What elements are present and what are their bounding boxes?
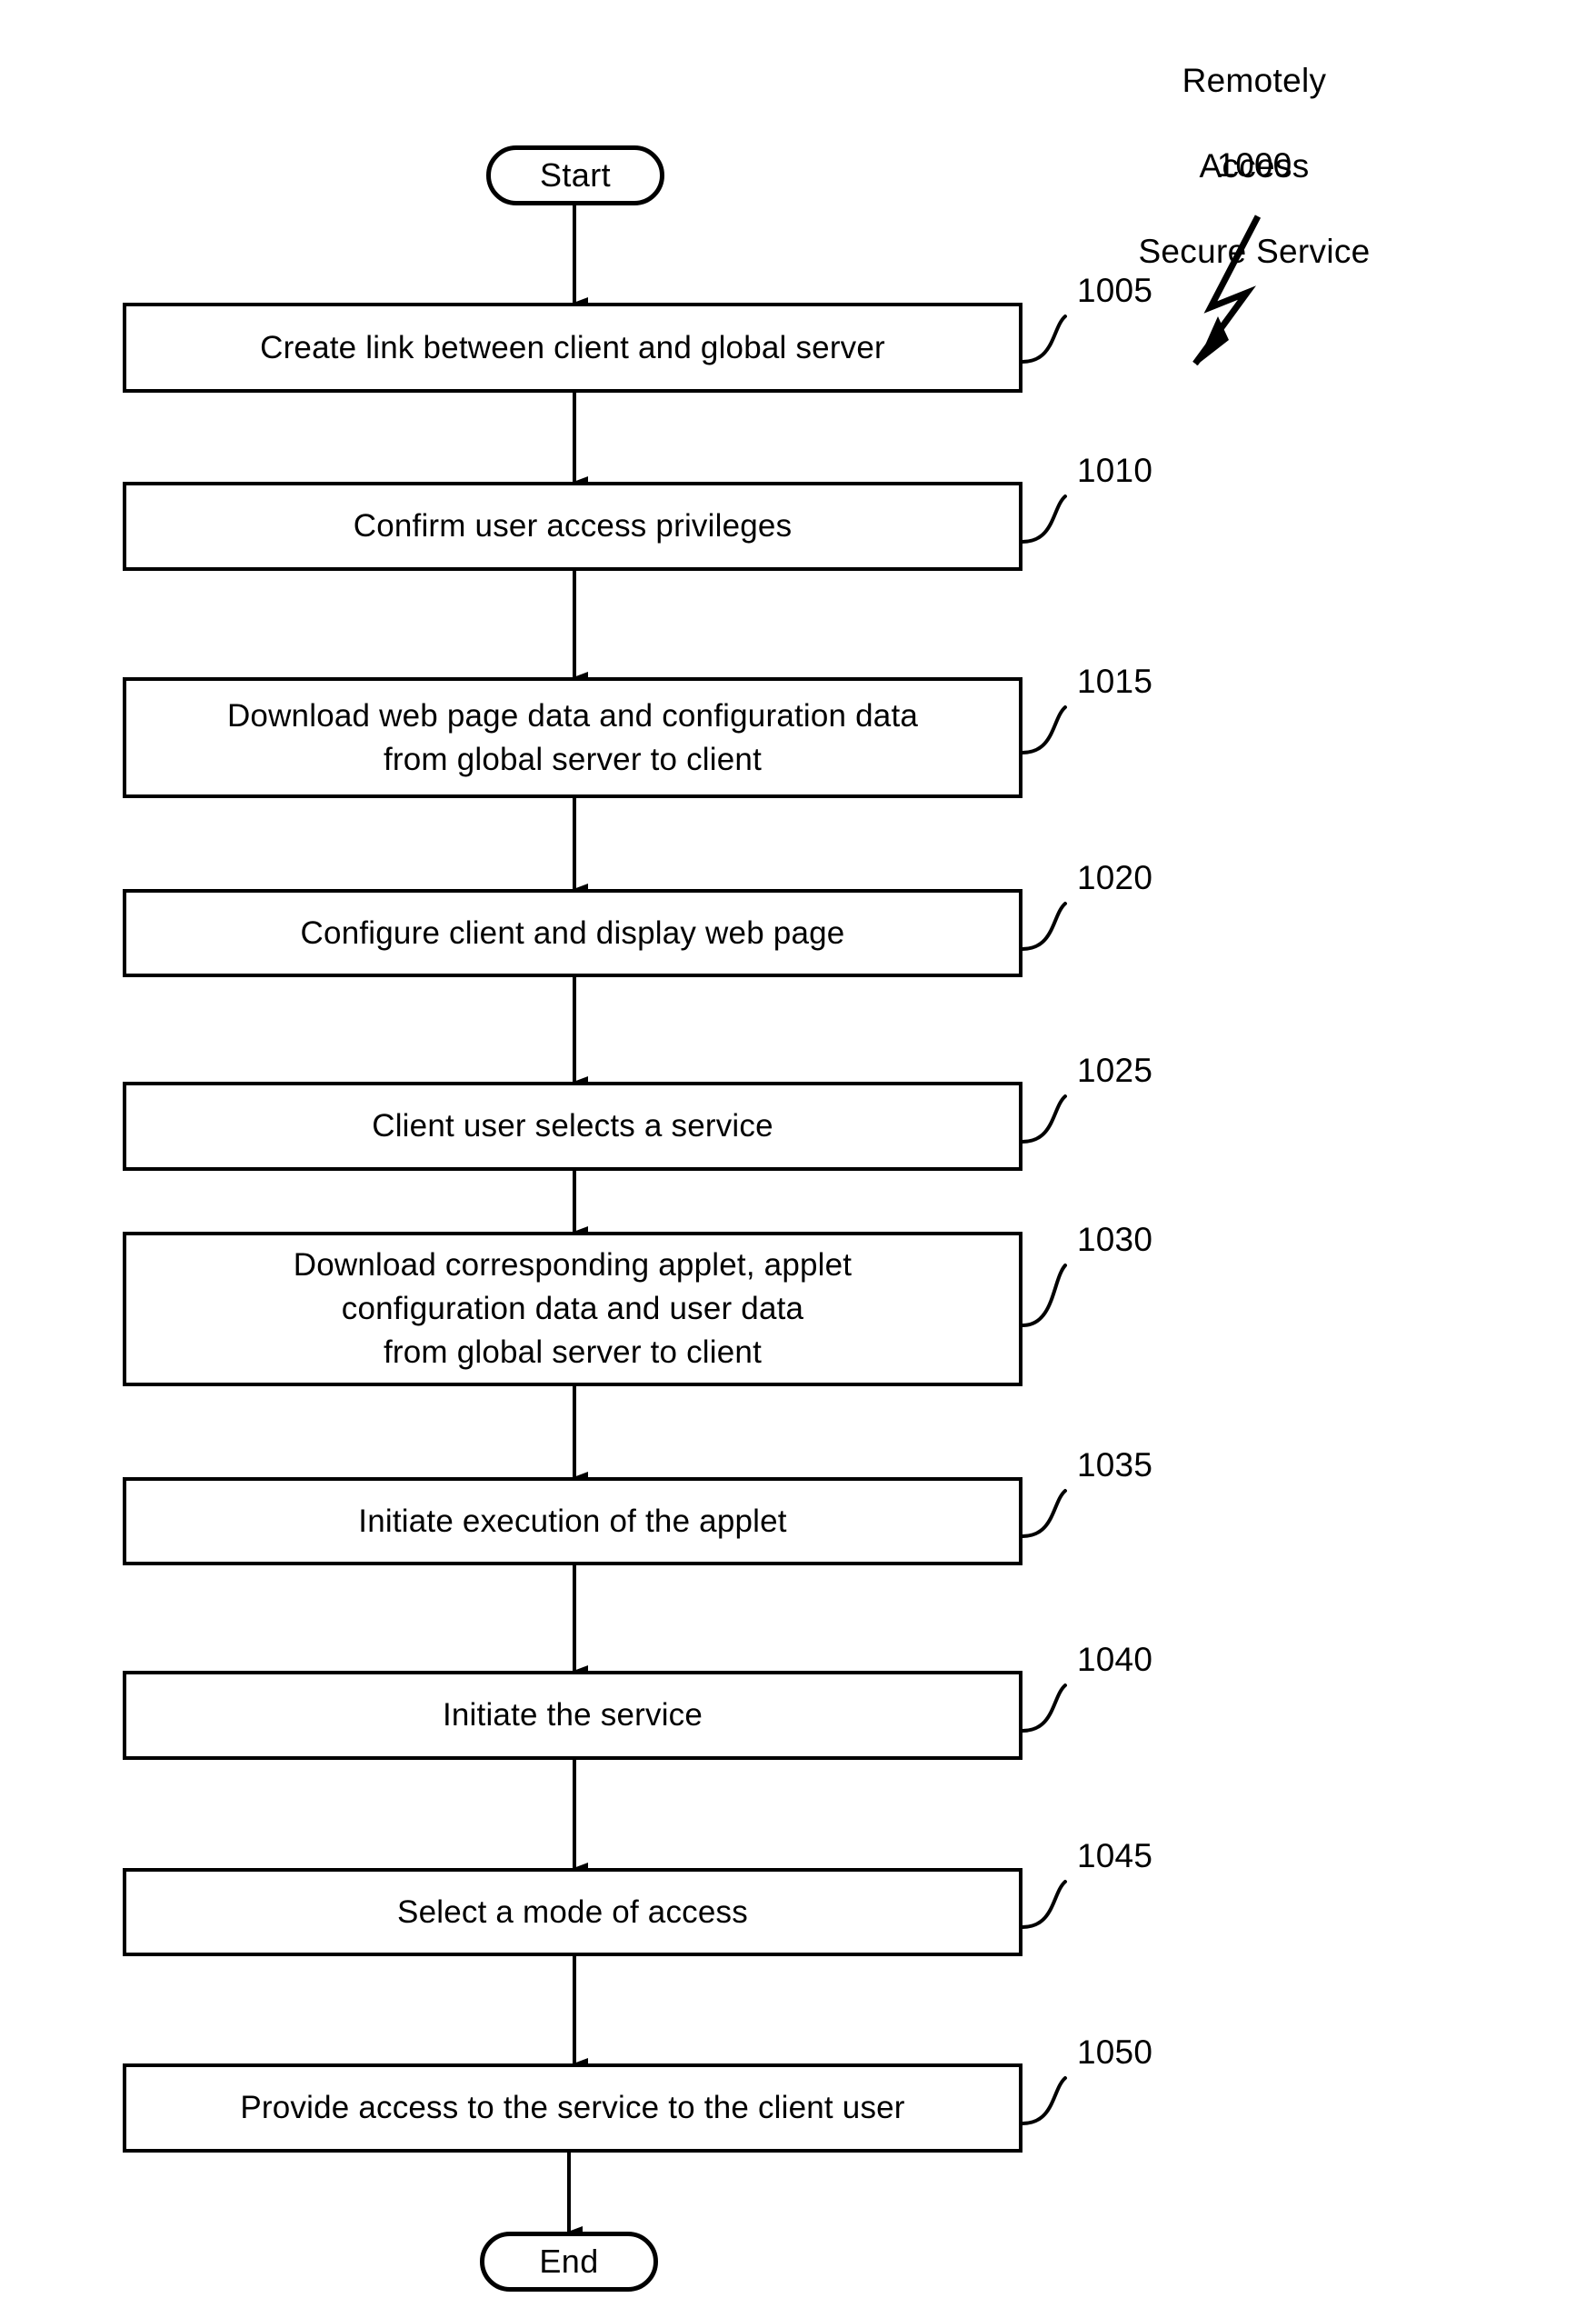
process-box-1050-label: Provide access to the service to the cli…	[240, 2090, 905, 2125]
reference-numeral-1045: 1045	[1077, 1837, 1153, 1874]
process-box-1005-label: Create link between client and global se…	[260, 329, 885, 365]
reference-numeral-1010: 1010	[1077, 452, 1153, 489]
process-box-1005: Create link between client and global se…	[123, 303, 1022, 393]
leader-1015	[1021, 705, 1067, 754]
process-box-1015: Download web page data and configuration…	[123, 677, 1022, 798]
reference-numeral-1040: 1040	[1077, 1641, 1153, 1678]
leader-1030	[1021, 1264, 1067, 1327]
terminator-end: End	[480, 2232, 658, 2292]
process-box-1040-label: Initiate the service	[442, 1697, 703, 1733]
process-box-1020-label: Configure client and display web page	[300, 914, 845, 951]
process-box-1010: Confirm user access privileges	[123, 482, 1022, 571]
patent-figure-page: Remotely Access Secure Service 1000 Star…	[0, 0, 1596, 2318]
reference-numeral-1005: 1005	[1077, 272, 1153, 309]
reference-numeral-1025: 1025	[1077, 1052, 1153, 1089]
reference-numeral-1035: 1035	[1077, 1446, 1153, 1484]
terminator-start-label: Start	[539, 156, 612, 194]
leader-1005	[1021, 315, 1067, 364]
reference-numeral-1050: 1050	[1077, 2033, 1153, 2071]
leader-1010	[1021, 495, 1067, 544]
leader-1040	[1021, 1684, 1067, 1733]
figure-title-line-1: Remotely	[1182, 62, 1327, 99]
process-box-1050: Provide access to the service to the cli…	[123, 2063, 1022, 2153]
process-box-1015-label: Download web page data and configuration…	[226, 697, 919, 777]
reference-numeral-1015: 1015	[1077, 663, 1153, 700]
process-box-1035: Initiate execution of the applet	[123, 1477, 1022, 1565]
process-box-1010-label: Confirm user access privileges	[353, 508, 793, 544]
process-box-1030: Download corresponding applet, applet co…	[123, 1232, 1022, 1386]
process-box-1040: Initiate the service	[123, 1671, 1022, 1760]
process-box-1020: Configure client and display web page	[123, 889, 1022, 977]
reference-leader-group	[1021, 315, 1067, 2125]
reference-numeral-1030: 1030	[1077, 1221, 1153, 1258]
process-box-1025: Client user selects a service	[123, 1082, 1022, 1171]
reference-numeral-1020: 1020	[1077, 859, 1153, 896]
leader-1045	[1021, 1880, 1067, 1929]
terminator-end-label: End	[539, 2243, 599, 2280]
process-box-1035-label: Initiate execution of the applet	[358, 1503, 787, 1539]
leader-1050	[1021, 2076, 1067, 2125]
process-box-1030-label: Download corresponding applet, applet co…	[293, 1247, 853, 1370]
process-box-1045-label: Select a mode of access	[397, 1893, 748, 1930]
figure-title-line-3: Secure Service	[1138, 233, 1371, 270]
terminator-start: Start	[486, 145, 664, 205]
process-box-1025-label: Client user selects a service	[372, 1108, 773, 1144]
process-box-1045: Select a mode of access	[123, 1868, 1022, 1956]
leader-1025	[1021, 1094, 1067, 1144]
figure-reference-numeral: 1000	[1216, 146, 1292, 184]
leader-1020	[1021, 902, 1067, 951]
leader-1035	[1021, 1489, 1067, 1538]
